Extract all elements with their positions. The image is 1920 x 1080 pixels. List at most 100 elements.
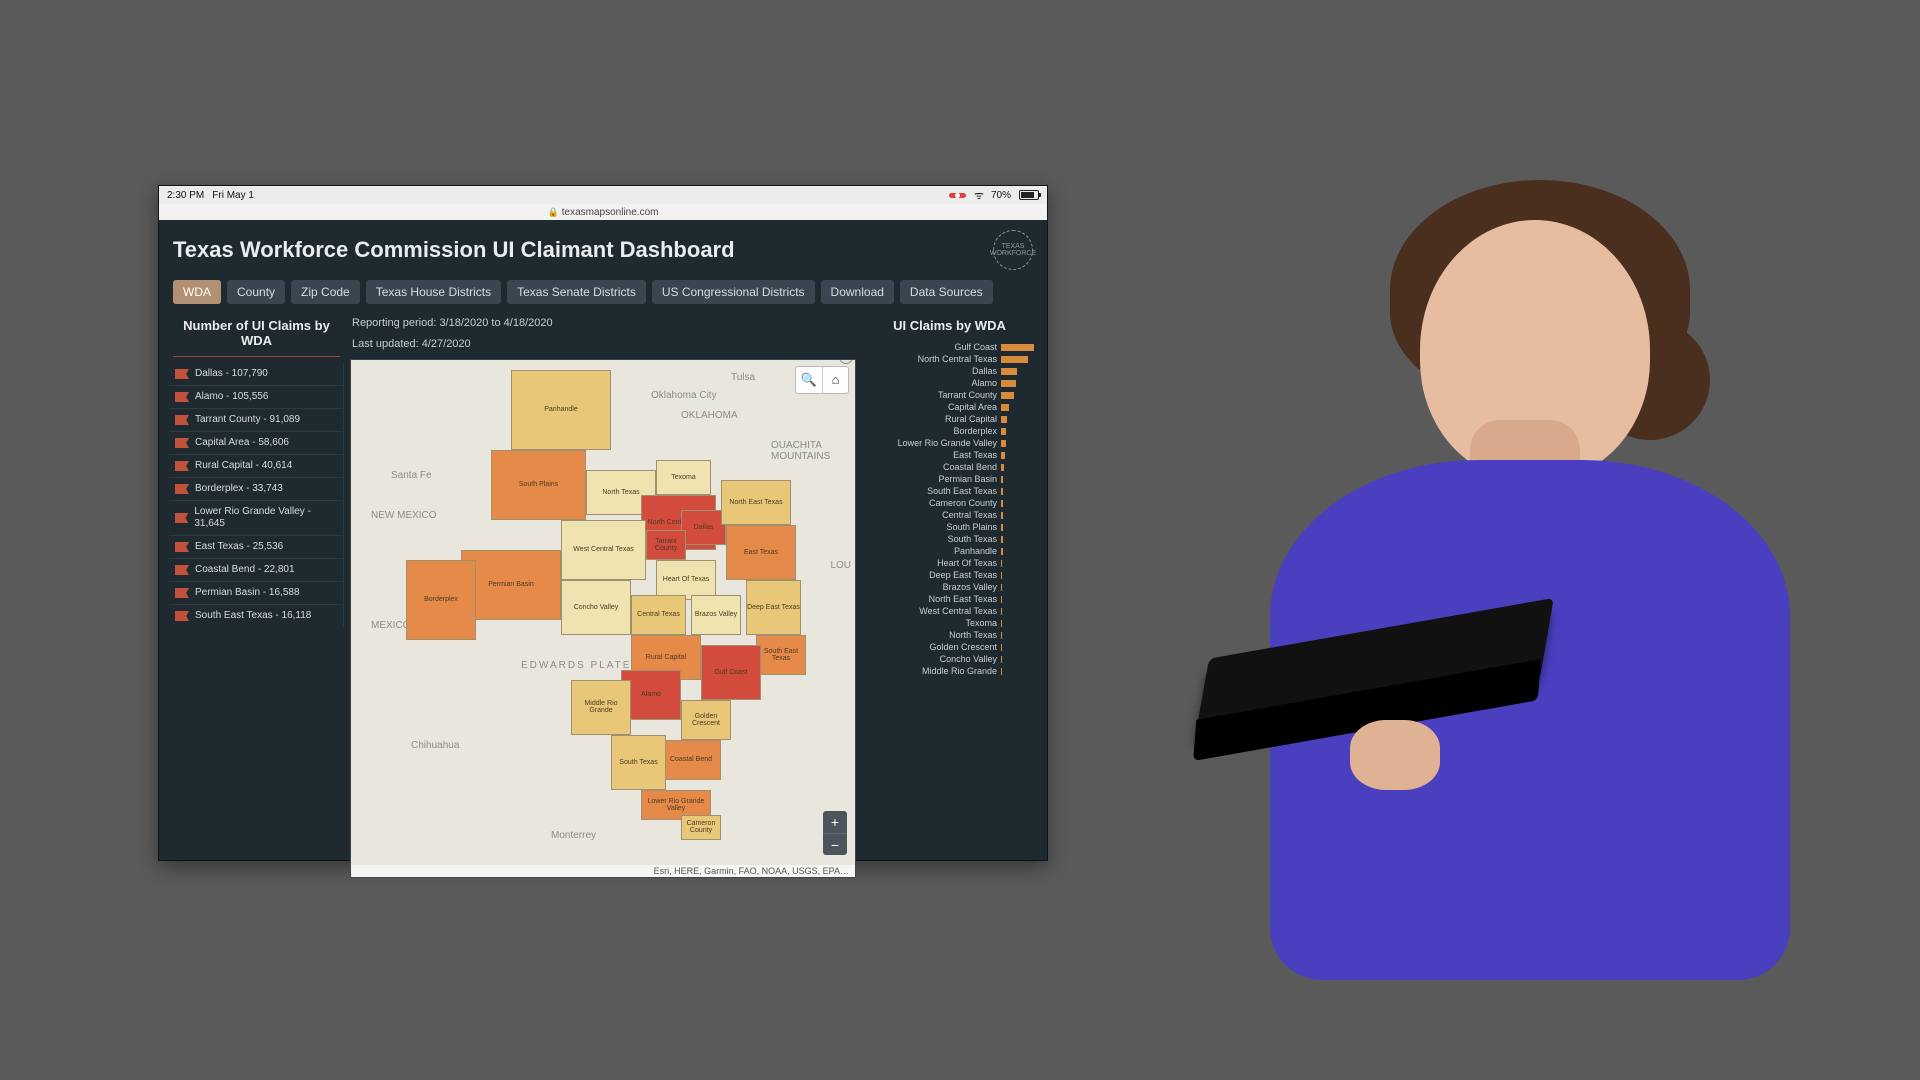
rank-row[interactable]: Dallas - 107,790 [169,363,344,385]
bar-row[interactable]: Dallas [862,365,1037,377]
bar-row[interactable]: North East Texas [862,593,1037,605]
tab-us-congressional-districts[interactable]: US Congressional Districts [652,280,815,304]
region-heart-of-texas[interactable]: Heart Of Texas [656,560,716,600]
tab-county[interactable]: County [227,280,285,304]
bar-row[interactable]: Brazos Valley [862,581,1037,593]
region-dallas[interactable]: Dallas [681,510,726,545]
bar-row[interactable]: Capital Area [862,401,1037,413]
rank-panel: Number of UI Claims by WDA Dallas - 107,… [169,314,344,878]
rank-row[interactable]: Coastal Bend - 22,801 [169,558,344,581]
bar-row[interactable]: North Central Texas [862,353,1037,365]
label-tulsa: Tulsa [731,372,755,383]
bar-track [1001,668,1037,675]
bar-row[interactable]: Central Texas [862,509,1037,521]
choropleth-map[interactable]: ⤢ 🔍 ⌂ NEW MEXICO OKLAHOMA Oklahoma City … [350,359,856,878]
region-golden-crescent[interactable]: Golden Crescent [681,700,731,740]
tab-wda[interactable]: WDA [173,280,221,304]
rank-row[interactable]: Rural Capital - 40,614 [169,454,344,477]
region-concho-valley[interactable]: Concho Valley [561,580,631,635]
region-deep-east-texas[interactable]: Deep East Texas [746,580,801,635]
bar-fill [1001,368,1017,375]
bar-row[interactable]: South Plains [862,521,1037,533]
bar-row[interactable]: West Central Texas [862,605,1037,617]
bar-row[interactable]: Golden Crescent [862,641,1037,653]
region-permian-basin[interactable]: Permian Basin [461,550,561,620]
bar-fill [1001,452,1005,459]
bar-row[interactable]: Tarrant County [862,389,1037,401]
rank-row[interactable]: Lower Rio Grande Valley - 31,645 [169,500,344,535]
bar-label: Panhandle [862,546,997,556]
region-cameron-county[interactable]: Cameron County [681,815,721,840]
region-south-texas[interactable]: South Texas [611,735,666,790]
rank-row[interactable]: Borderplex - 33,743 [169,477,344,500]
label-ouachita: OUACHITA MOUNTAINS [771,440,855,462]
region-texoma[interactable]: Texoma [656,460,711,495]
bar-row[interactable]: Middle Rio Grande [862,665,1037,677]
last-updated: Last updated: 4/27/2020 [350,337,856,358]
tab-data-sources[interactable]: Data Sources [900,280,993,304]
browser-url-bar[interactable]: 🔒 texasmapsonline.com [159,204,1047,220]
region-brazos-valley[interactable]: Brazos Valley [691,595,741,635]
bar-row[interactable]: Permian Basin [862,473,1037,485]
bar-label: South East Texas [862,486,997,496]
bar-row[interactable]: Gulf Coast [862,341,1037,353]
rank-label: Lower Rio Grande Valley - 31,645 [194,506,337,530]
home-extent-icon[interactable]: ⌂ [822,367,848,393]
region-coastal-bend[interactable]: Coastal Bend [661,740,721,780]
tab-texas-house-districts[interactable]: Texas House Districts [366,280,501,304]
bar-track [1001,416,1037,423]
zoom-out-button[interactable]: − [823,833,847,855]
bar-row[interactable]: Panhandle [862,545,1037,557]
rank-row[interactable]: Permian Basin - 16,588 [169,581,344,604]
bar-row[interactable]: North Texas [862,629,1037,641]
bar-track [1001,512,1037,519]
bar-row[interactable]: Rural Capital [862,413,1037,425]
bar-track [1001,644,1037,651]
region-south-east-texas[interactable]: South East Texas [756,635,806,675]
bar-label: East Texas [862,450,997,460]
bar-fill [1001,512,1003,519]
bar-row[interactable]: Borderplex [862,425,1037,437]
expand-map-icon[interactable]: ⤢ [839,359,853,364]
region-north-east-texas[interactable]: North East Texas [721,480,791,525]
bar-label: Lower Rio Grande Valley [862,438,997,448]
bar-row[interactable]: Coastal Bend [862,461,1037,473]
bar-track [1001,656,1037,663]
bar-label: Concho Valley [862,654,997,664]
region-middle-rio-grande[interactable]: Middle Rio Grande [571,680,631,735]
bar-row[interactable]: Alamo [862,377,1037,389]
zoom-in-button[interactable]: + [823,811,847,833]
bar-track [1001,620,1037,627]
region-central-texas[interactable]: Central Texas [631,595,686,635]
tab-texas-senate-districts[interactable]: Texas Senate Districts [507,280,646,304]
label-oklahoma: OKLAHOMA [681,410,738,421]
region-south-plains[interactable]: South Plains [491,450,586,520]
bar-row[interactable]: South East Texas [862,485,1037,497]
bar-row[interactable]: Cameron County [862,497,1037,509]
bar-row[interactable]: Concho Valley [862,653,1037,665]
reporting-period: Reporting period: 3/18/2020 to 4/18/2020 [350,314,856,337]
bar-fill [1001,464,1004,471]
rank-row[interactable]: Alamo - 105,556 [169,385,344,408]
bar-row[interactable]: Texoma [862,617,1037,629]
rank-row[interactable]: Tarrant County - 91,089 [169,408,344,431]
region-gulf-coast[interactable]: Gulf Coast [701,645,761,700]
region-panhandle[interactable]: Panhandle [511,370,611,450]
bar-row[interactable]: Lower Rio Grande Valley [862,437,1037,449]
search-icon[interactable]: 🔍 [796,367,822,393]
tab-zip-code[interactable]: Zip Code [291,280,360,304]
region-borderplex[interactable]: Borderplex [406,560,476,640]
region-east-texas[interactable]: East Texas [726,525,796,580]
region-tarrant-county[interactable]: Tarrant County [646,530,686,560]
bar-row[interactable]: Heart Of Texas [862,557,1037,569]
bar-row[interactable]: Deep East Texas [862,569,1037,581]
bar-fill [1001,392,1014,399]
rank-row[interactable]: East Texas - 25,536 [169,535,344,558]
bar-fill [1001,560,1002,567]
rank-row[interactable]: South East Texas - 16,118 [169,604,344,627]
region-west-central-texas[interactable]: West Central Texas [561,520,646,580]
rank-row[interactable]: Capital Area - 58,606 [169,431,344,454]
bar-row[interactable]: East Texas [862,449,1037,461]
bar-row[interactable]: South Texas [862,533,1037,545]
tab-download[interactable]: Download [821,280,894,304]
